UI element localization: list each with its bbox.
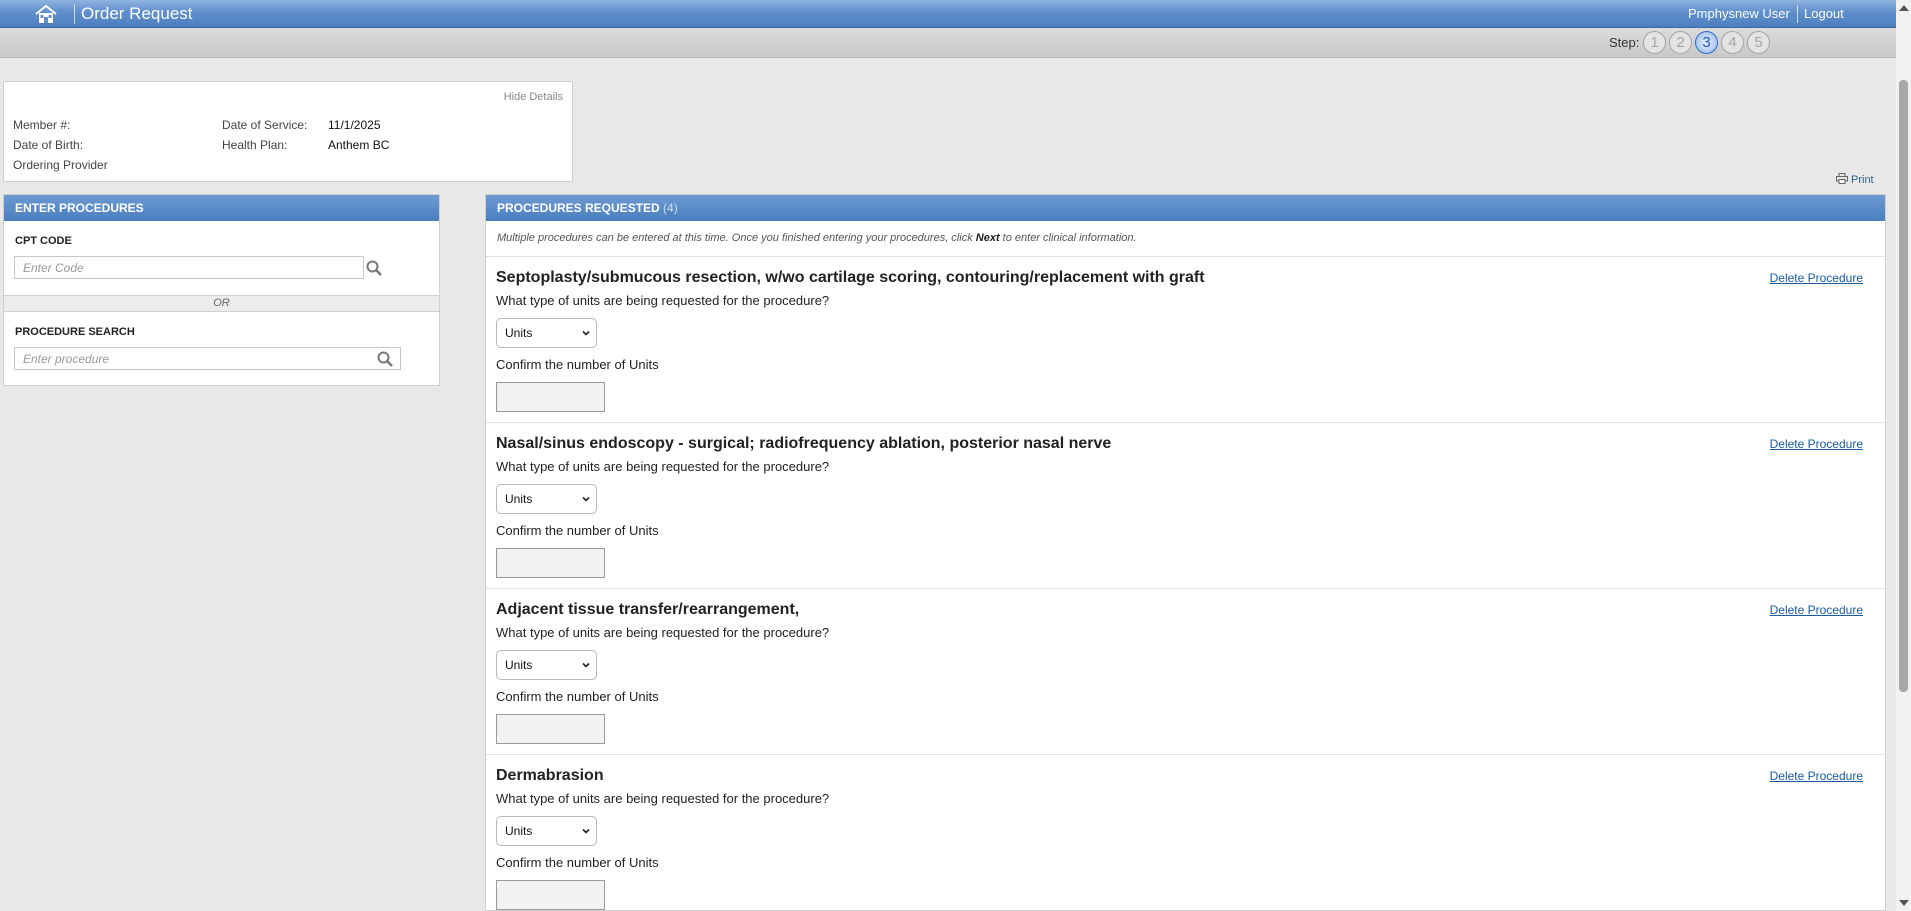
health-plan-label: Health Plan: — [222, 138, 288, 152]
units-type-select[interactable]: Units — [496, 484, 597, 514]
header-divider — [1797, 5, 1798, 23]
step-bar: Step: 1 2 3 4 5 — [0, 28, 1896, 58]
units-type-value: Units — [505, 824, 533, 838]
search-icon[interactable] — [366, 260, 382, 276]
enter-procedures-panel: ENTER PROCEDURES CPT CODE OR PROCEDURE S… — [3, 194, 440, 386]
procedures-requested-title: PROCEDURES REQUESTED — [497, 201, 660, 215]
units-type-value: Units — [505, 658, 533, 672]
cpt-code-label: CPT CODE — [15, 235, 72, 247]
print-label: Print — [1851, 174, 1874, 186]
chevron-down-icon — [582, 828, 590, 834]
hide-details-link[interactable]: Hide Details — [504, 91, 563, 103]
step-1[interactable]: 1 — [1643, 31, 1666, 54]
procedure-title: Nasal/sinus endoscopy - surgical; radiof… — [496, 435, 1112, 452]
or-divider: OR — [4, 295, 439, 312]
units-number-input[interactable] — [496, 548, 605, 578]
confirm-units-label: Confirm the number of Units — [496, 523, 659, 538]
units-number-input[interactable] — [496, 880, 605, 910]
confirm-units-label: Confirm the number of Units — [496, 357, 659, 372]
units-type-value: Units — [505, 492, 533, 506]
cpt-code-input[interactable] — [14, 256, 364, 279]
procedure-item: Dermabrasion Delete Procedure What type … — [486, 755, 1885, 911]
health-plan-value: Anthem BC — [328, 138, 390, 152]
scrollbar[interactable] — [1896, 0, 1911, 911]
step-4[interactable]: 4 — [1721, 31, 1744, 54]
chevron-down-icon — [582, 496, 590, 502]
date-of-birth-label: Date of Birth: — [13, 138, 84, 152]
units-type-question: What type of units are being requested f… — [496, 293, 830, 308]
procedure-search-input[interactable] — [14, 347, 401, 370]
delete-procedure-link[interactable]: Delete Procedure — [1770, 603, 1863, 617]
units-number-input[interactable] — [496, 382, 605, 412]
units-type-select[interactable]: Units — [496, 650, 597, 680]
scroll-down-arrow[interactable] — [1899, 900, 1909, 906]
chevron-down-icon — [582, 330, 590, 336]
procedures-requested-header: PROCEDURES REQUESTED (4) — [486, 195, 1885, 221]
units-type-select[interactable]: Units — [496, 816, 597, 846]
printer-icon — [1836, 173, 1848, 184]
member-details-panel: Hide Details Member #: Date of Birth: Or… — [3, 81, 573, 182]
scroll-up-arrow[interactable] — [1899, 5, 1909, 11]
step-3-current[interactable]: 3 — [1695, 31, 1718, 54]
procedure-item: Nasal/sinus endoscopy - surgical; radiof… — [486, 423, 1885, 589]
instructions-next: Next — [975, 232, 1000, 244]
page-title: Order Request — [81, 4, 193, 23]
units-type-question: What type of units are being requested f… — [496, 459, 830, 474]
procedure-title: Dermabrasion — [496, 767, 604, 784]
enter-procedures-header: ENTER PROCEDURES — [4, 195, 439, 221]
delete-procedure-link[interactable]: Delete Procedure — [1770, 437, 1863, 451]
date-of-service-label: Date of Service: — [222, 118, 308, 132]
top-bar: Order Request Pmphysnew User Logout — [0, 0, 1896, 28]
procedure-search-label: PROCEDURE SEARCH — [15, 326, 135, 338]
procedure-title: Septoplasty/submucous resection, w/wo ca… — [496, 269, 1205, 286]
units-type-question: What type of units are being requested f… — [496, 791, 830, 806]
units-type-value: Units — [505, 326, 533, 340]
procedure-item: Septoplasty/submucous resection, w/wo ca… — [486, 257, 1885, 423]
units-type-question: What type of units are being requested f… — [496, 625, 830, 640]
step-5[interactable]: 5 — [1747, 31, 1770, 54]
search-icon[interactable] — [377, 351, 393, 367]
step-2[interactable]: 2 — [1669, 31, 1692, 54]
scroll-thumb[interactable] — [1899, 80, 1908, 692]
procedure-item: Adjacent tissue transfer/rearrangement, … — [486, 589, 1885, 755]
confirm-units-label: Confirm the number of Units — [496, 855, 659, 870]
header-divider — [74, 4, 75, 24]
print-link[interactable]: Print — [1836, 173, 1874, 186]
instructions-pre: Multiple procedures can be entered at th… — [497, 232, 973, 244]
procedures-count: (4) — [663, 201, 678, 215]
member-number-label: Member #: — [13, 118, 71, 132]
procedures-requested-panel: PROCEDURES REQUESTED (4) Multiple proced… — [485, 194, 1886, 911]
step-label: Step: — [1609, 35, 1640, 50]
units-type-select[interactable]: Units — [496, 318, 597, 348]
user-name: Pmphysnew User — [1688, 6, 1790, 21]
instructions-post: to enter clinical information. — [1002, 232, 1137, 244]
home-icon — [35, 4, 57, 23]
delete-procedure-link[interactable]: Delete Procedure — [1770, 271, 1863, 285]
date-of-service-value: 11/1/2025 — [328, 118, 381, 132]
logout-link[interactable]: Logout — [1804, 6, 1844, 21]
home-button[interactable] — [33, 3, 59, 25]
units-number-input[interactable] — [496, 714, 605, 744]
instructions-text: Multiple procedures can be entered at th… — [486, 221, 1885, 257]
chevron-down-icon — [582, 662, 590, 668]
procedure-title: Adjacent tissue transfer/rearrangement, — [496, 601, 800, 618]
ordering-provider-label: Ordering Provider — [13, 158, 108, 172]
confirm-units-label: Confirm the number of Units — [496, 689, 659, 704]
delete-procedure-link[interactable]: Delete Procedure — [1770, 769, 1863, 783]
